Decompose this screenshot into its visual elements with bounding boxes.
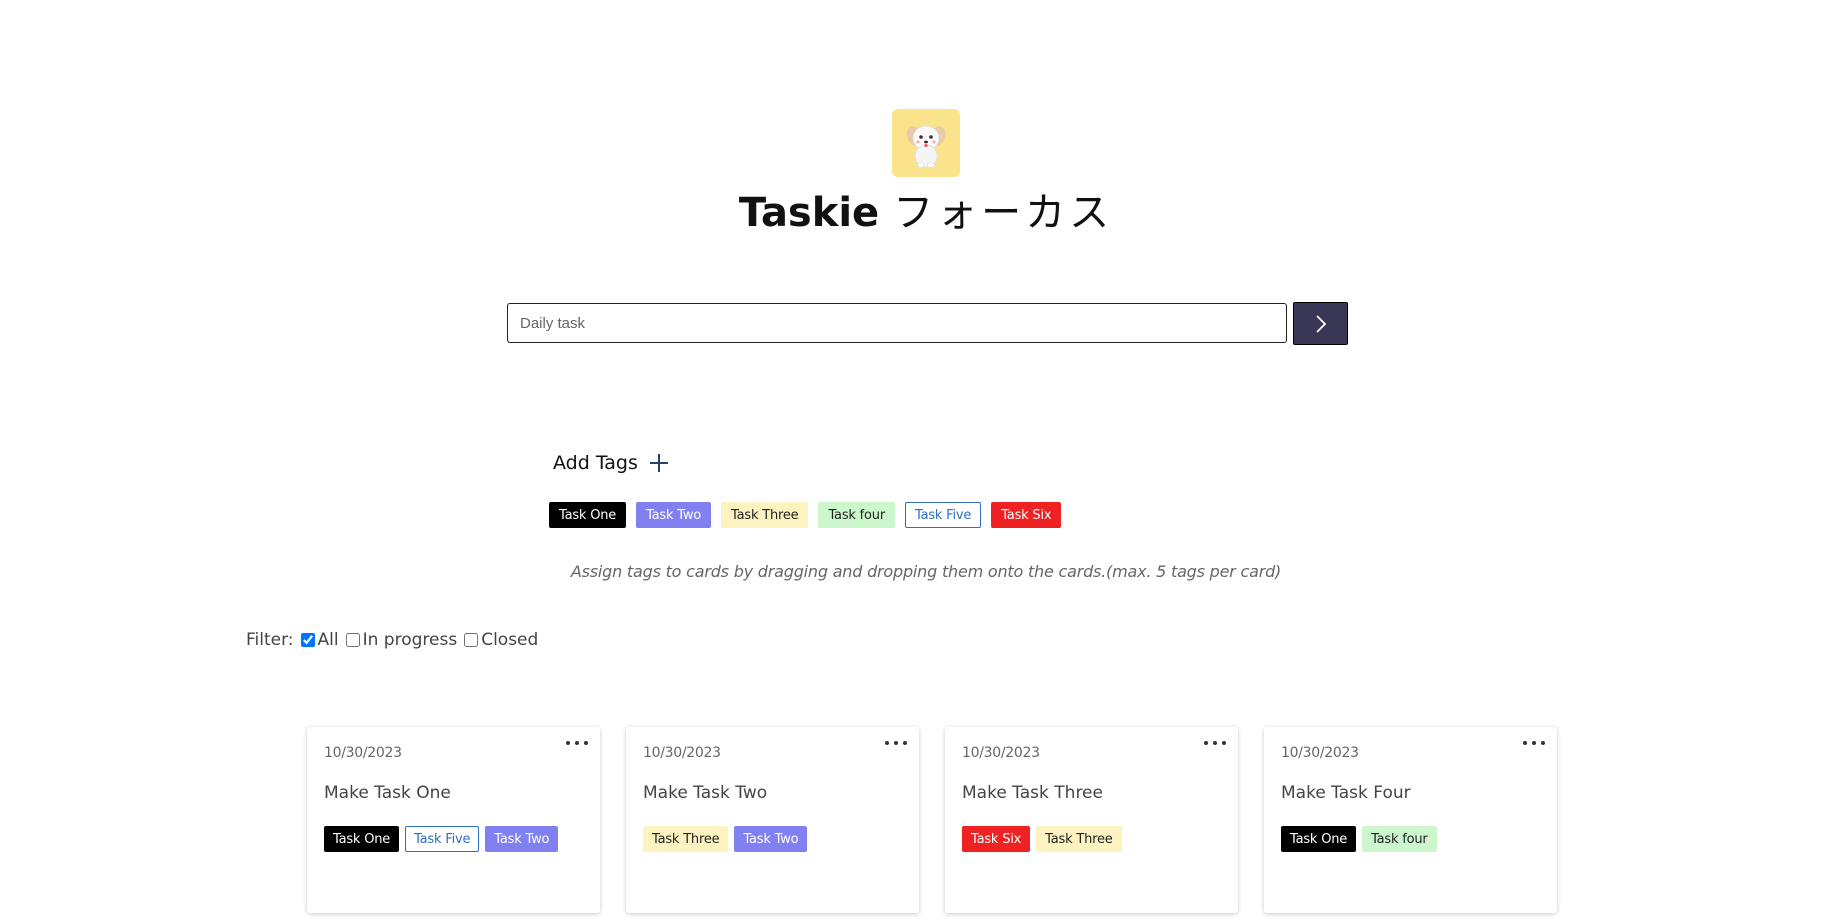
tag-task-four[interactable]: Task four [818, 502, 895, 528]
add-tags-label: Add Tags [553, 452, 638, 474]
filter-option-all[interactable]: All [300, 630, 339, 650]
app-title-japanese: フォーカス [893, 190, 1114, 236]
filter-bar: Filter: All In progress Closed [246, 630, 538, 650]
card-tag[interactable]: Task Three [643, 826, 729, 852]
card-tags: Task Three Task Two [643, 826, 808, 852]
filter-closed-checkbox[interactable] [464, 633, 479, 647]
card-title: Make Task Three [962, 783, 1103, 803]
card-tag[interactable]: Task Two [485, 826, 559, 852]
card-title: Make Task One [324, 783, 451, 803]
card-tag[interactable]: Task Two [734, 826, 808, 852]
card-tag[interactable]: Task Five [405, 826, 480, 852]
card-tags: Task One Task Five Task Two [324, 826, 559, 852]
tag-palette: Task One Task Two Task Three Task four T… [549, 502, 1062, 528]
filter-in-progress-label: In progress [362, 630, 458, 650]
tag-task-three[interactable]: Task Three [721, 502, 809, 528]
task-input[interactable] [507, 303, 1287, 343]
card-tags: Task One Task four [1281, 826, 1437, 852]
more-options-icon[interactable] [566, 735, 588, 751]
filter-label: Filter: [246, 630, 294, 650]
tag-task-five[interactable]: Task Five [904, 502, 982, 528]
app-logo [892, 109, 960, 177]
tag-task-two[interactable]: Task Two [636, 502, 712, 528]
submit-task-button[interactable] [1293, 302, 1348, 345]
task-card[interactable]: 10/30/2023 Make Task Four Task One Task … [1264, 727, 1557, 913]
card-tag[interactable]: Task four [1362, 826, 1437, 852]
more-options-icon[interactable] [1523, 735, 1545, 751]
card-tag[interactable]: Task One [324, 826, 400, 852]
card-tag[interactable]: Task Six [962, 826, 1031, 852]
chevron-right-icon [1315, 314, 1326, 333]
card-date: 10/30/2023 [643, 745, 721, 761]
task-card[interactable]: 10/30/2023 Make Task One Task One Task F… [307, 727, 600, 913]
tag-task-six[interactable]: Task Six [991, 502, 1062, 528]
plus-icon [649, 454, 668, 472]
filter-option-in-progress[interactable]: In progress [345, 630, 458, 650]
tag-task-one[interactable]: Task One [549, 502, 627, 528]
card-tag[interactable]: Task Three [1036, 826, 1122, 852]
filter-option-closed[interactable]: Closed [464, 630, 538, 650]
task-card[interactable]: 10/30/2023 Make Task Two Task Three Task… [626, 727, 919, 913]
puppy-logo-icon [906, 125, 946, 168]
filter-in-progress-checkbox[interactable] [345, 633, 360, 647]
card-title: Make Task Four [1281, 783, 1411, 803]
task-card[interactable]: 10/30/2023 Make Task Three Task Six Task… [945, 727, 1238, 913]
filter-all-label: All [317, 630, 339, 650]
app-title-bold: Taskie [738, 190, 880, 236]
app-title: Taskie フォーカス [0, 186, 1841, 240]
more-options-icon[interactable] [885, 735, 907, 751]
add-tags-button[interactable]: Add Tags [553, 448, 670, 478]
card-date: 10/30/2023 [962, 745, 1040, 761]
card-title: Make Task Two [643, 783, 768, 803]
tags-hint: Assign tags to cards by dragging and dro… [570, 562, 1282, 581]
more-options-icon[interactable] [1204, 735, 1226, 751]
card-date: 10/30/2023 [324, 745, 402, 761]
filter-closed-label: Closed [481, 630, 539, 650]
card-date: 10/30/2023 [1281, 745, 1359, 761]
card-tags: Task Six Task Three [962, 826, 1122, 852]
filter-all-checkbox[interactable] [300, 633, 315, 647]
card-tag[interactable]: Task One [1281, 826, 1357, 852]
